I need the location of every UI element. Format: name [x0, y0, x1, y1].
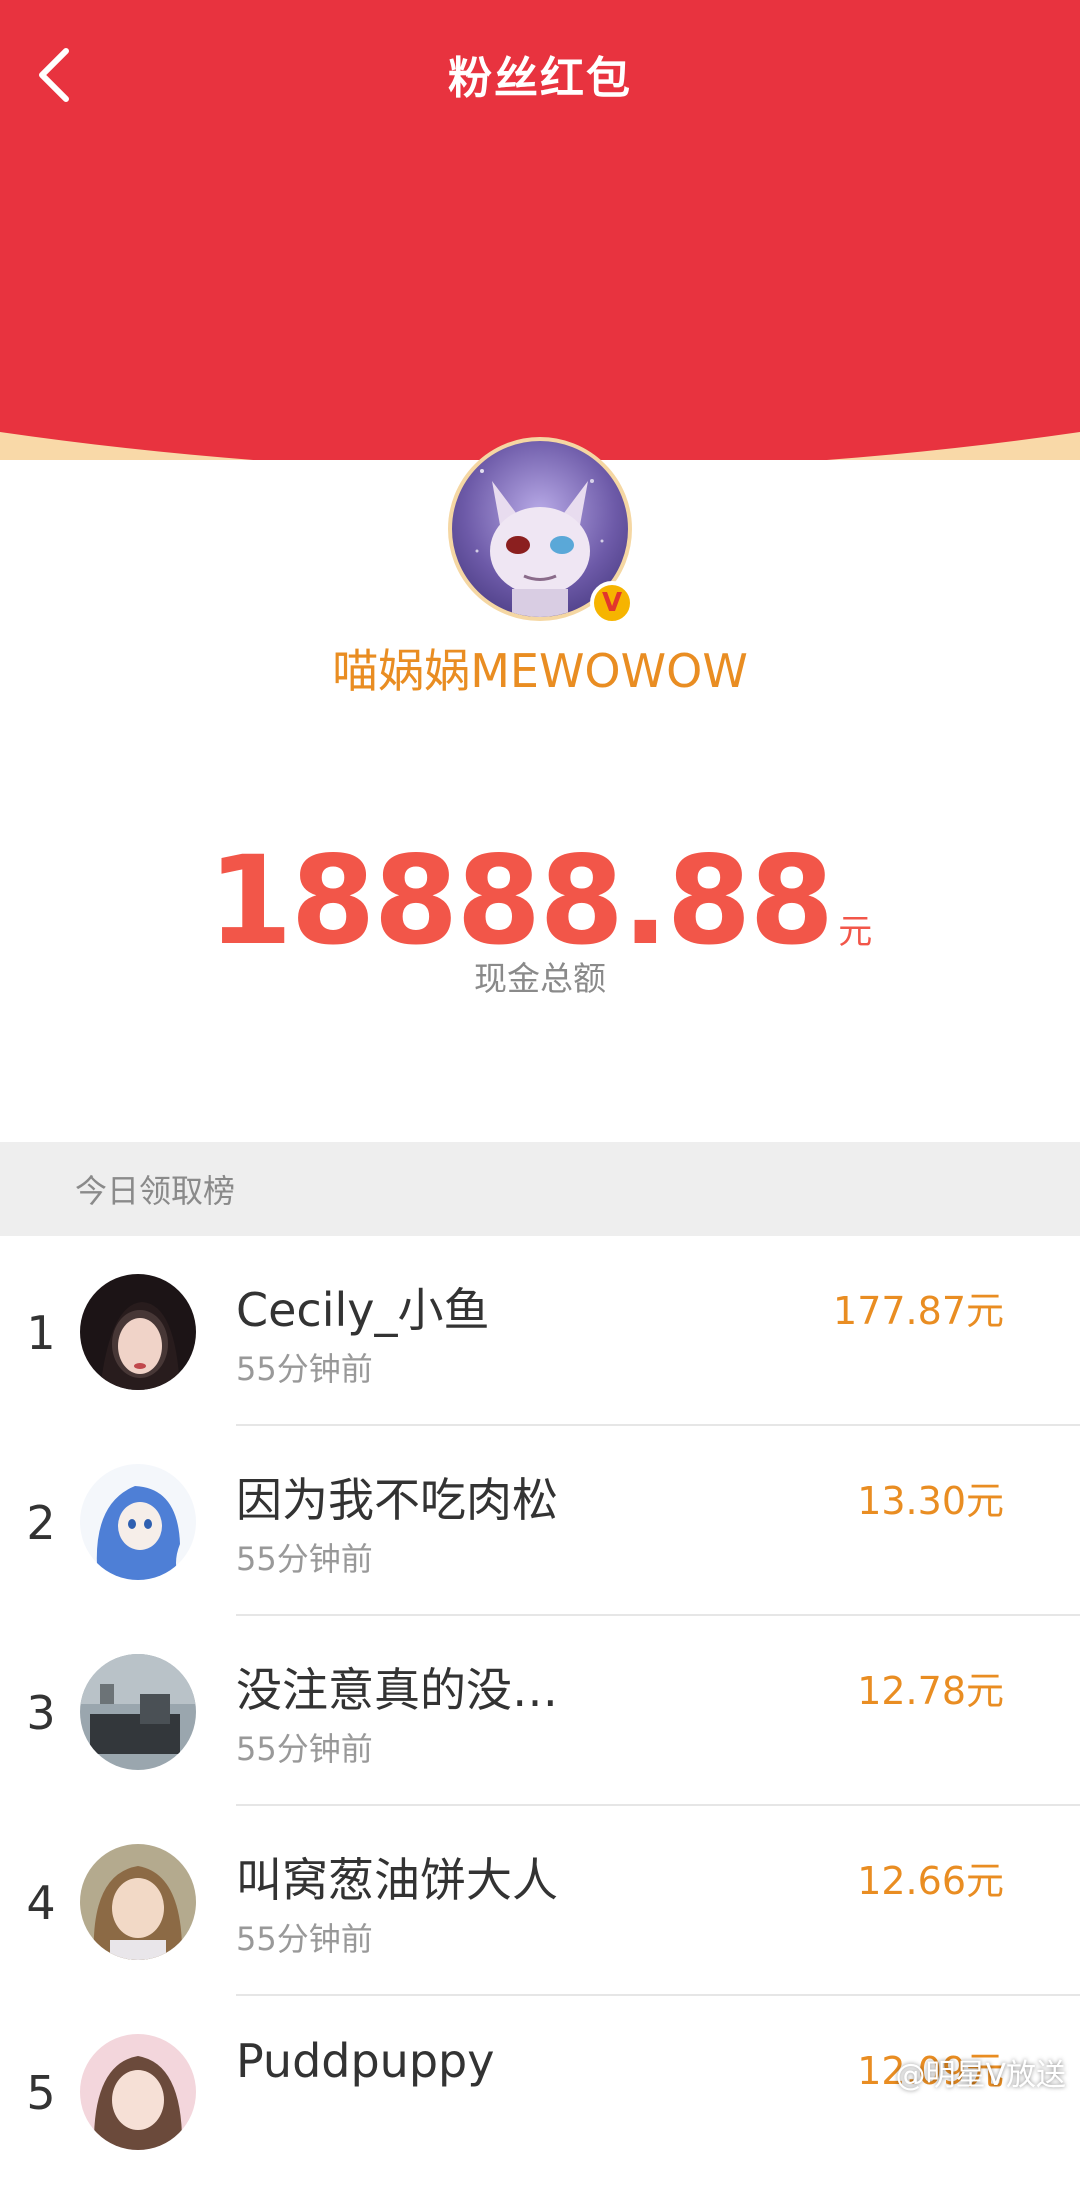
- ranking-row[interactable]: 3 没注意真的没… 55分钟前 12.78元: [0, 1616, 1080, 1806]
- verified-badge-icon: V: [590, 581, 634, 625]
- ranking-row[interactable]: 2 因为我不吃肉松 55分钟前 13.30元: [0, 1426, 1080, 1616]
- amount-unit: 元: [838, 912, 873, 952]
- user-avatar[interactable]: [80, 1274, 196, 1390]
- avatar-photo: [80, 1274, 196, 1390]
- avatar-photo: [80, 1654, 196, 1770]
- claim-amount: 177.87元: [833, 1289, 1004, 1333]
- user-avatar[interactable]: [80, 1654, 196, 1770]
- avatar-photo: [80, 1844, 196, 1960]
- claim-amount: 12.66元: [857, 1859, 1004, 1903]
- avatar-photo: [80, 1464, 196, 1580]
- section-title: 今日领取榜: [75, 1172, 236, 1210]
- claim-time: 55分钟前: [236, 1350, 373, 1388]
- creator-name[interactable]: 喵娲娲MEWOWOW: [0, 635, 1080, 701]
- watermark: @明星V放送: [895, 2058, 1066, 2093]
- user-name: 因为我不吃肉松: [236, 1473, 558, 1527]
- claim-time: 55分钟前: [236, 1540, 373, 1578]
- amount-value: 18888.88: [207, 830, 835, 972]
- ranking-row[interactable]: 4 叫窝葱油饼大人 55分钟前 12.66元: [0, 1806, 1080, 1996]
- creator-avatar[interactable]: V: [448, 437, 634, 625]
- user-name: Cecily_小鱼: [236, 1283, 490, 1337]
- avatar-photo: [80, 2034, 196, 2150]
- total-amount: 18888.88 元: [0, 830, 1080, 972]
- rank-number: 1: [26, 1306, 56, 1360]
- user-avatar[interactable]: [80, 1464, 196, 1580]
- claim-amount: 13.30元: [857, 1479, 1004, 1523]
- claim-time: 55分钟前: [236, 1730, 373, 1768]
- ranking-row[interactable]: 1 Cecily_小鱼 55分钟前 177.87元: [0, 1236, 1080, 1426]
- user-name: 没注意真的没…: [236, 1663, 558, 1717]
- claim-time: 55分钟前: [236, 1920, 373, 1958]
- user-name: Puddpuppy: [236, 2034, 495, 2088]
- ranking-section-header: 今日领取榜: [0, 1142, 1080, 1236]
- user-avatar[interactable]: [80, 2034, 196, 2150]
- amount-label: 现金总额: [474, 959, 606, 998]
- rank-number: 5: [26, 2066, 56, 2120]
- rank-number: 2: [26, 1496, 56, 1550]
- rank-number: 3: [26, 1686, 56, 1740]
- user-avatar[interactable]: [80, 1844, 196, 1960]
- page-title: 粉丝红包: [448, 53, 632, 104]
- claim-amount: 12.78元: [857, 1669, 1004, 1713]
- rank-number: 4: [26, 1876, 56, 1930]
- user-name: 叫窝葱油饼大人: [236, 1853, 558, 1907]
